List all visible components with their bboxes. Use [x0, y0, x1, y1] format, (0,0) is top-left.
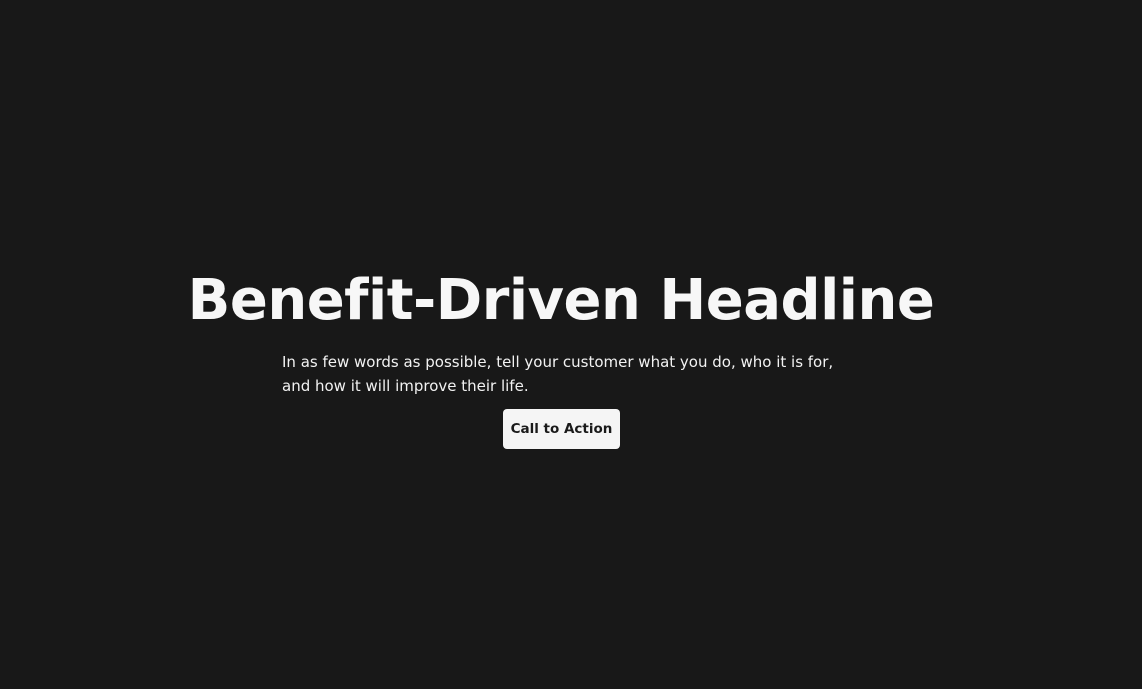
hero-subtext: In as few words as possible, tell your c…: [282, 353, 834, 395]
hero-headline: Benefit-Driven Headline: [187, 268, 935, 333]
call-to-action-button[interactable]: Call to Action: [503, 409, 620, 449]
hero-section: Benefit-Driven Headline In as few words …: [0, 0, 1142, 689]
